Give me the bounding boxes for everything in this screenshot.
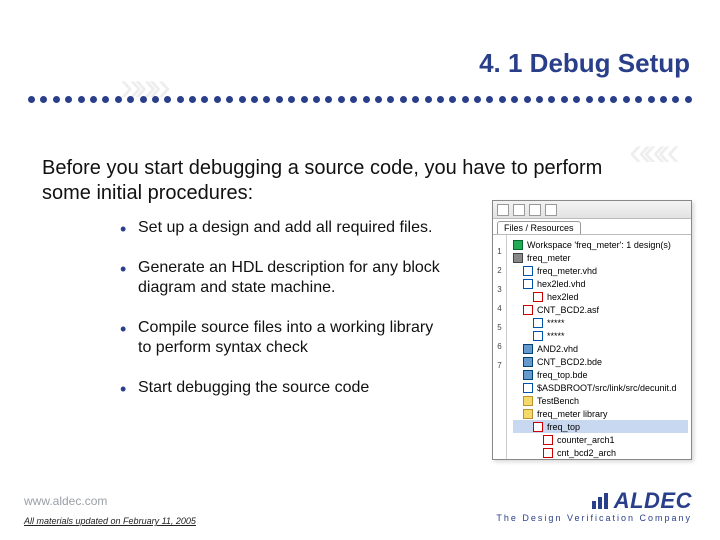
gutter-number: 4 bbox=[497, 304, 501, 313]
tree-row[interactable]: cnt_bcd2_arch bbox=[513, 446, 688, 459]
tree-label: freq_meter bbox=[527, 253, 571, 263]
blue-icon bbox=[523, 357, 533, 367]
tree-label: Workspace 'freq_meter': 1 design(s) bbox=[527, 240, 671, 250]
tree-label: freq_top.bde bbox=[537, 370, 588, 380]
red-icon bbox=[543, 448, 553, 458]
tree-row[interactable]: freq_meter library bbox=[513, 407, 688, 420]
file-browser-tab[interactable]: Files / Resources bbox=[497, 221, 581, 234]
red-icon bbox=[543, 435, 553, 445]
gutter-number: 5 bbox=[497, 323, 501, 332]
toolbar-button-icon[interactable] bbox=[545, 204, 557, 216]
red-icon bbox=[523, 305, 533, 315]
tree-label: hex2led.vhd bbox=[537, 279, 586, 289]
file-icon bbox=[523, 383, 533, 393]
tree-label: freq_meter library bbox=[537, 409, 608, 419]
intro-text: Before you start debugging a source code… bbox=[42, 156, 642, 206]
tree-row[interactable]: TestBench bbox=[513, 394, 688, 407]
tree-row[interactable]: CNT_BCD2.asf bbox=[513, 303, 688, 316]
gutter-number: 3 bbox=[497, 285, 501, 294]
divider-dots bbox=[28, 96, 692, 110]
file-browser-toolbar bbox=[493, 201, 691, 219]
tree-row[interactable]: ***** bbox=[513, 329, 688, 342]
tree-row[interactable]: $ASDBROOT/src/link/src/decunit.d bbox=[513, 381, 688, 394]
tree-row[interactable]: Workspace 'freq_meter': 1 design(s) bbox=[513, 238, 688, 251]
file-icon bbox=[533, 318, 543, 328]
tree-label: TestBench bbox=[537, 396, 579, 406]
slide-footer: www.aldec.com All materials updated on F… bbox=[0, 490, 720, 540]
bullet-item: Compile source files into a working libr… bbox=[120, 318, 450, 358]
file-tree[interactable]: Workspace 'freq_meter': 1 design(s) freq_… bbox=[507, 235, 691, 459]
tree-row[interactable]: hex2led.vhd bbox=[513, 277, 688, 290]
tree-label: AND2.vhd bbox=[537, 344, 578, 354]
brand-name: ALDEC bbox=[496, 490, 692, 513]
decorative-arrows-right: »»» bbox=[637, 130, 680, 175]
gutter-number: 2 bbox=[497, 266, 501, 275]
tree-label: ***** bbox=[547, 331, 565, 341]
tree-label: ***** bbox=[547, 318, 565, 328]
tree-row[interactable]: freq_meter.vhd bbox=[513, 264, 688, 277]
tree-label: counter_arch1 bbox=[557, 435, 615, 445]
footer-url: www.aldec.com bbox=[24, 494, 107, 508]
bullet-list: Set up a design and add all required fil… bbox=[120, 218, 450, 418]
tree-row[interactable]: hex2led bbox=[513, 290, 688, 303]
tree-label: freq_top bbox=[547, 422, 580, 432]
file-browser-tabrow: Files / Resources bbox=[493, 219, 691, 235]
footer-logo: ALDEC The Design Verification Company bbox=[496, 490, 692, 523]
ws-icon bbox=[513, 240, 523, 250]
tree-label: freq_meter.vhd bbox=[537, 266, 597, 276]
tree-row[interactable]: counter_arch1 bbox=[513, 433, 688, 446]
footer-updated: All materials updated on February 11, 20… bbox=[24, 516, 196, 526]
brand-tagline: The Design Verification Company bbox=[496, 513, 692, 523]
gutter-number: 6 bbox=[497, 342, 501, 351]
toolbar-button-icon[interactable] bbox=[497, 204, 509, 216]
file-browser-panel: Files / Resources 1 2 3 4 5 6 7 Workspace 'fre… bbox=[492, 200, 692, 460]
tree-label: CNT_BCD2.asf bbox=[537, 305, 599, 315]
gutter-number: 1 bbox=[497, 247, 501, 256]
folder-icon bbox=[523, 396, 533, 406]
toolbar-button-icon[interactable] bbox=[513, 204, 525, 216]
red-icon bbox=[533, 292, 543, 302]
blue-icon bbox=[523, 370, 533, 380]
brand-bars-icon bbox=[592, 491, 610, 513]
folder-icon bbox=[523, 409, 533, 419]
toolbar-button-icon[interactable] bbox=[529, 204, 541, 216]
red-icon bbox=[533, 422, 543, 432]
bullet-item: Set up a design and add all required fil… bbox=[120, 218, 450, 238]
tree-row[interactable]: AND2.vhd bbox=[513, 342, 688, 355]
tree-row[interactable]: ***** bbox=[513, 316, 688, 329]
tree-label: cnt_bcd2_arch bbox=[557, 448, 616, 458]
tree-row[interactable]: freq_top.bde bbox=[513, 368, 688, 381]
tree-row[interactable]: freq_top bbox=[513, 420, 688, 433]
tree-label: $ASDBROOT/src/link/src/decunit.d bbox=[537, 383, 677, 393]
chip-icon bbox=[513, 253, 523, 263]
gutter-number: 7 bbox=[497, 361, 501, 370]
bullet-item: Generate an HDL description for any bloc… bbox=[120, 258, 450, 298]
blue-icon bbox=[523, 344, 533, 354]
bullet-item: Start debugging the source code bbox=[120, 378, 450, 398]
slide-title: 4. 1 Debug Setup bbox=[479, 48, 690, 79]
line-gutter: 1 2 3 4 5 6 7 bbox=[493, 235, 507, 459]
tree-row[interactable]: freq_meter bbox=[513, 251, 688, 264]
file-icon bbox=[523, 266, 533, 276]
tree-row[interactable]: CNT_BCD2.bde bbox=[513, 355, 688, 368]
tree-label: hex2led bbox=[547, 292, 579, 302]
tree-label: CNT_BCD2.bde bbox=[537, 357, 602, 367]
file-icon bbox=[533, 331, 543, 341]
brand-text: ALDEC bbox=[614, 488, 692, 513]
file-icon bbox=[523, 279, 533, 289]
